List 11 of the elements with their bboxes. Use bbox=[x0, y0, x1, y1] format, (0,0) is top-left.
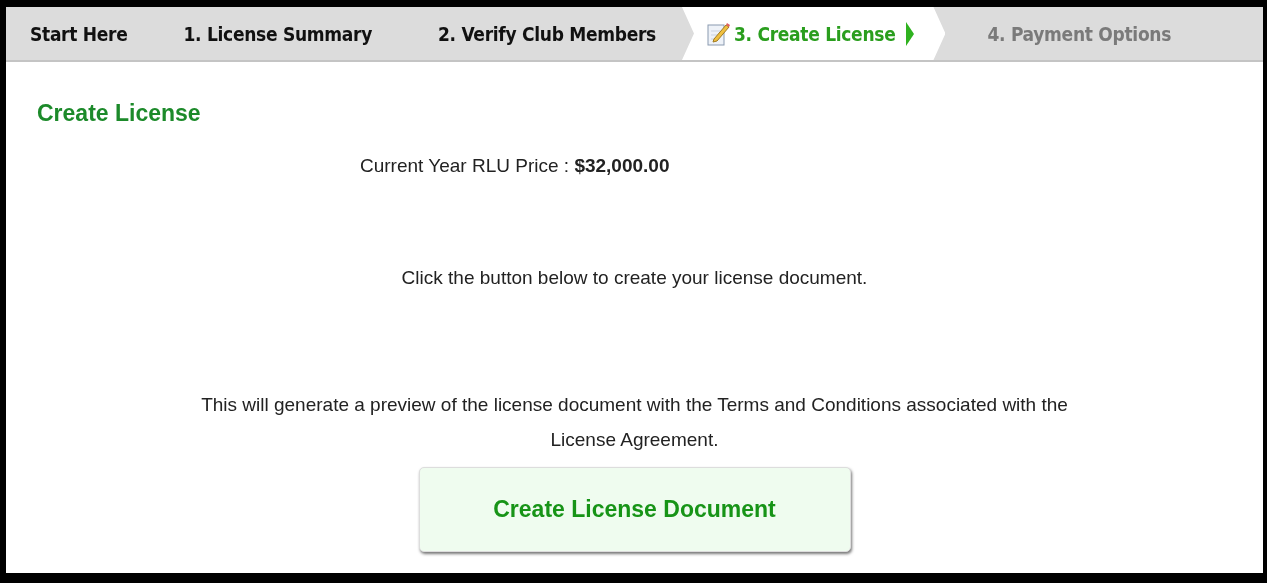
wizard-tab[interactable]: Start Here bbox=[18, 7, 142, 60]
instruction-text: Click the button below to create your license document. bbox=[401, 267, 868, 289]
price-text: Current Year RLU Price : $32,000.00 bbox=[360, 155, 670, 177]
wizard-tab[interactable]: 1. License Summary bbox=[171, 7, 387, 60]
notepad-pencil-icon bbox=[706, 20, 730, 47]
section-heading: Create License bbox=[37, 100, 201, 127]
description-text: This will generate a preview of the license document with the Terms and Conditions associated with the License Agreement. bbox=[200, 393, 1069, 452]
arrow-icon bbox=[905, 20, 916, 47]
wizard-tab[interactable]: 3. Create License bbox=[682, 7, 946, 60]
wizard-tab[interactable]: 2. Verify Club Members bbox=[426, 7, 670, 60]
create-document-button[interactable]: Create License Document bbox=[418, 467, 851, 552]
